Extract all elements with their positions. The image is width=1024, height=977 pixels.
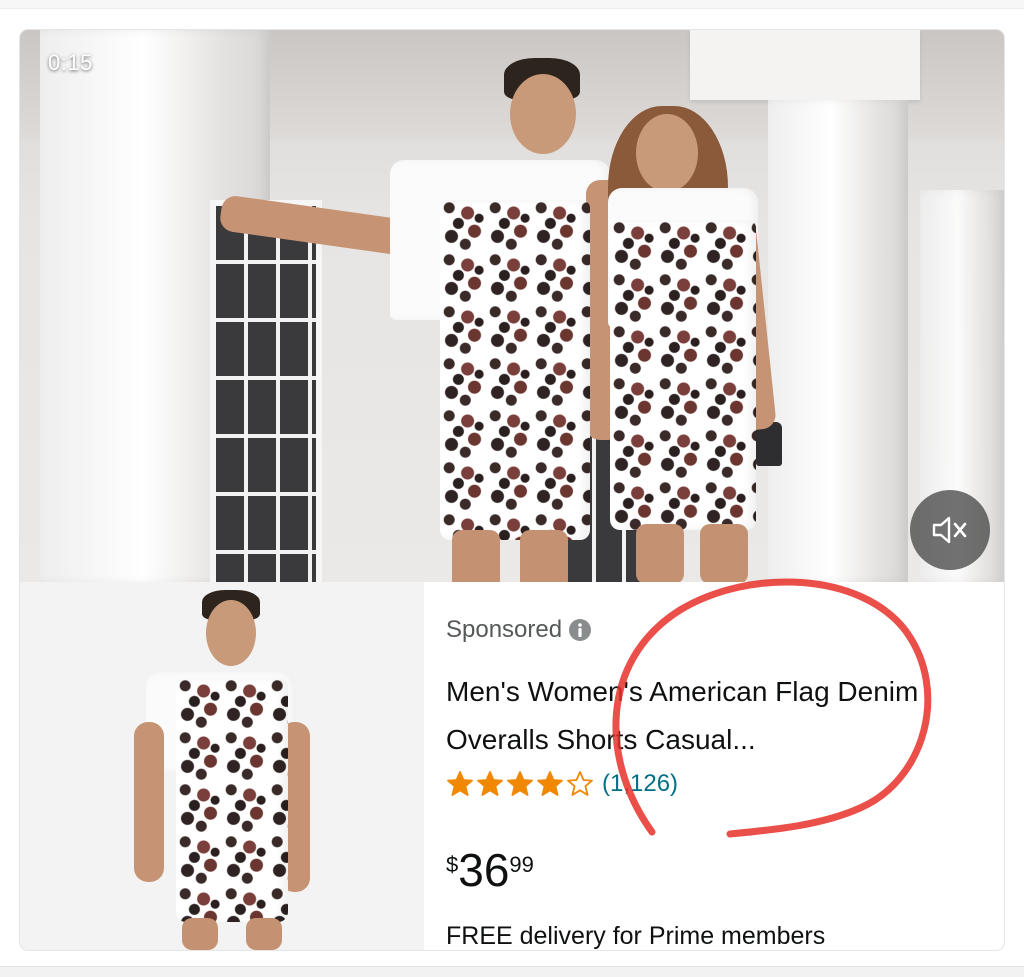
star-rating (446, 770, 594, 798)
price-whole: 36 (458, 844, 510, 896)
sponsored-label: Sponsored (446, 616, 563, 643)
star-empty-icon (567, 771, 593, 796)
mute-toggle-button[interactable] (910, 490, 990, 570)
product-thumbnail[interactable] (20, 582, 424, 950)
delivery-info: FREE delivery for Prime members (446, 922, 826, 950)
product-video[interactable]: 0:15 (20, 30, 1004, 582)
right-column (768, 100, 908, 582)
left-window (210, 200, 322, 582)
video-timestamp: 0:15 (48, 50, 93, 75)
price-currency: $ (446, 852, 459, 877)
product-info: Sponsored Men's Women's American Flag De… (446, 582, 986, 950)
price-fraction: 99 (509, 852, 534, 877)
review-count[interactable]: (1,126) (602, 770, 678, 798)
top-divider (0, 0, 1024, 9)
star-filled-icon (537, 771, 563, 796)
bottom-divider (0, 966, 1024, 977)
price: $ 36 99 (446, 844, 534, 896)
star-filled-icon (477, 771, 503, 796)
sponsored-row: Sponsored (446, 616, 592, 644)
product-title-link[interactable]: Men's Women's American Flag Denim Overal… (446, 668, 946, 764)
star-filled-icon (447, 771, 473, 796)
star-filled-icon (507, 771, 533, 796)
speaker-muted-icon (932, 516, 967, 544)
info-icon[interactable] (568, 618, 592, 642)
rating-row[interactable]: (1,126) (446, 770, 678, 798)
right-column-capital (690, 30, 920, 100)
sponsored-product-card[interactable]: 0:15 Sponsored Men's Women's American Fl… (20, 30, 1004, 950)
